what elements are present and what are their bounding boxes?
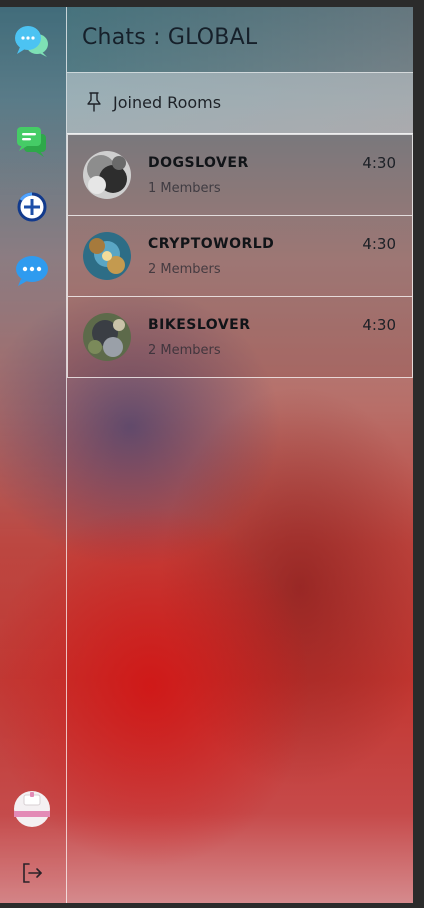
room-time: 4:30 xyxy=(362,316,396,334)
chat-bubbles-logo-icon[interactable] xyxy=(14,23,50,59)
more-chat-icon[interactable] xyxy=(14,253,50,289)
add-circle-icon[interactable] xyxy=(14,188,50,224)
room-avatar xyxy=(83,232,131,280)
room-name: DOGSLOVER xyxy=(148,155,249,171)
room-time: 4:30 xyxy=(362,235,396,253)
chat-panel: Chats : GLOBAL Joined Rooms DOGSLOVER 1 … xyxy=(67,7,413,903)
sidebar xyxy=(0,7,67,903)
room-list: DOGSLOVER 1 Members 4:30 CRYPTOWORLD 2 M… xyxy=(67,134,413,378)
room-time: 4:30 xyxy=(362,154,396,172)
app-window: Chats : GLOBAL Joined Rooms DOGSLOVER 1 … xyxy=(0,7,413,903)
room-avatar xyxy=(83,151,131,199)
room-members: 1 Members xyxy=(148,181,221,196)
room-avatar xyxy=(83,313,131,361)
room-item[interactable]: DOGSLOVER 1 Members 4:30 xyxy=(67,134,413,216)
user-avatar[interactable] xyxy=(14,791,50,827)
logout-icon[interactable] xyxy=(18,859,46,887)
room-name: CRYPTOWORLD xyxy=(148,236,275,252)
room-name: BIKESLOVER xyxy=(148,317,251,333)
room-members: 2 Members xyxy=(148,343,221,358)
room-members: 2 Members xyxy=(148,262,221,277)
joined-rooms-section[interactable]: Joined Rooms xyxy=(67,73,413,134)
joined-rooms-label: Joined Rooms xyxy=(113,93,222,112)
header: Chats : GLOBAL xyxy=(67,7,413,73)
page-title: Chats : GLOBAL xyxy=(82,25,258,50)
chat-messages-icon[interactable] xyxy=(14,123,50,159)
room-item[interactable]: BIKESLOVER 2 Members 4:30 xyxy=(67,297,413,378)
pin-icon xyxy=(87,92,101,112)
room-item[interactable]: CRYPTOWORLD 2 Members 4:30 xyxy=(67,216,413,297)
